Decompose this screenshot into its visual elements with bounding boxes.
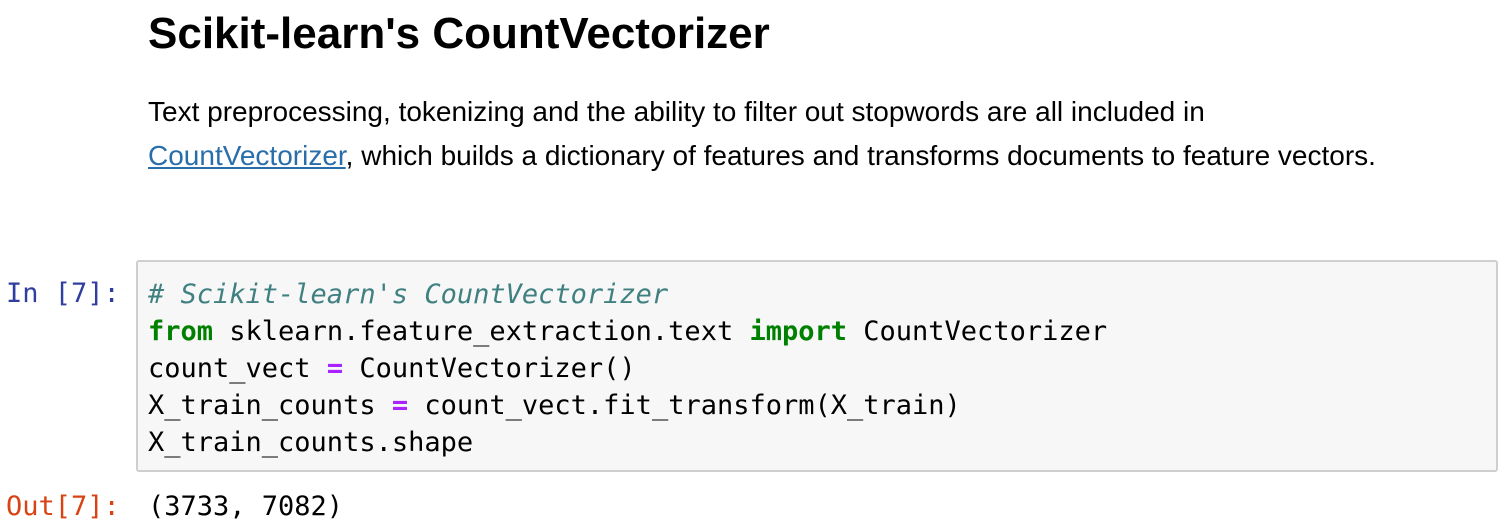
code-line-2: from sklearn.feature_extraction.text imp… — [148, 313, 1107, 350]
code-line-3: count_vect = CountVectorizer() — [148, 350, 1107, 387]
code-text[interactable]: # Scikit-learn's CountVectorizer from skl… — [148, 276, 1107, 461]
description-paragraph: Text preprocessing, tokenizing and the a… — [148, 90, 1408, 178]
output-prompt: Out[7]: — [6, 491, 120, 522]
code-line-5: X_train_counts.shape — [148, 424, 1107, 461]
code-comment: # Scikit-learn's CountVectorizer — [148, 279, 669, 310]
assign-operator: = — [391, 390, 409, 421]
output-value: (3733, 7082) — [148, 491, 344, 522]
assign-value: CountVectorizer() — [343, 353, 636, 384]
expression: X_train_counts.shape — [148, 427, 474, 458]
keyword-from: from — [148, 316, 214, 347]
countvectorizer-link[interactable]: CountVectorizer — [148, 140, 346, 171]
module-path: sklearn.feature_extraction.text — [213, 316, 750, 347]
notebook-page: Scikit-learn's CountVectorizer Text prep… — [0, 0, 1504, 532]
code-line-4: X_train_counts = count_vect.fit_transfor… — [148, 387, 1107, 424]
code-cell-editor[interactable]: # Scikit-learn's CountVectorizer from skl… — [136, 260, 1498, 472]
imported-name: CountVectorizer — [847, 316, 1108, 347]
input-prompt: In [7]: — [6, 278, 120, 309]
paragraph-text-end: , which builds a dictionary of features … — [345, 140, 1376, 171]
code-line-1: # Scikit-learn's CountVectorizer — [148, 276, 1107, 313]
paragraph-text-start: Text preprocessing, tokenizing and the a… — [148, 96, 1205, 127]
markdown-cell[interactable]: Scikit-learn's CountVectorizer Text prep… — [148, 0, 1468, 178]
assign-target: X_train_counts — [148, 390, 392, 421]
assign-value: count_vect.fit_transform(X_train) — [408, 390, 961, 421]
section-heading: Scikit-learn's CountVectorizer — [148, 9, 770, 58]
keyword-import: import — [749, 316, 848, 347]
assign-target: count_vect — [148, 353, 327, 384]
assign-operator: = — [326, 353, 344, 384]
